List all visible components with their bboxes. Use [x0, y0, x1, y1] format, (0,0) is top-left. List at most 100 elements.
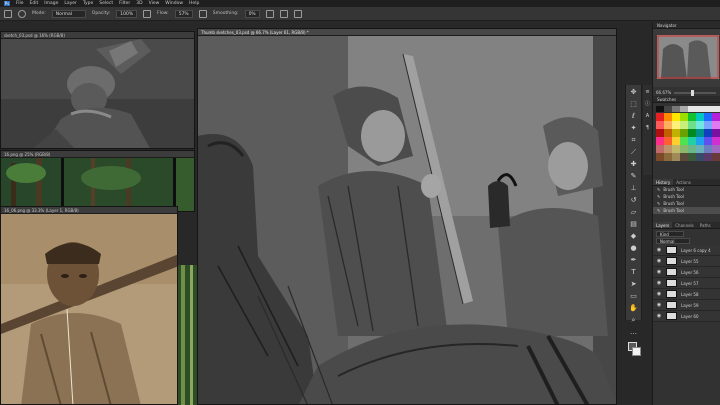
marquee-tool-icon[interactable]: ⬚	[628, 100, 639, 109]
shape-tool-icon[interactable]: ▭	[628, 292, 639, 301]
main-document-tab[interactable]: Thumb sketches_03.psd @ 66.7% (Layer 61,…	[198, 29, 616, 36]
layer-row[interactable]: ◉ Layer 60	[653, 311, 720, 322]
layer-thumbnail	[666, 301, 677, 309]
right-panels: Navigator 66.67% Swatches History Action…	[652, 22, 720, 405]
move-tool-icon[interactable]: ✥	[628, 88, 639, 97]
eraser-tool-icon[interactable]: ▱	[628, 208, 639, 217]
layer-row[interactable]: ◉ Layer 57	[653, 278, 720, 289]
swatches-colors[interactable]	[656, 106, 720, 178]
layer-name: Layer 58	[681, 291, 699, 297]
eye-icon[interactable]: ◉	[656, 291, 662, 297]
smoothing-field[interactable]: 0%	[244, 9, 260, 18]
document-tab-1[interactable]: sketch_03.psd @ 16% (RGB/8)	[1, 32, 194, 39]
swatches-tab[interactable]: Swatches	[653, 96, 720, 103]
layer-thumbnail	[666, 279, 677, 287]
eye-icon[interactable]: ◉	[656, 247, 662, 253]
info-panel-icon[interactable]: ⓘ	[644, 100, 652, 109]
layer-row[interactable]: ◉ Layer 59	[653, 300, 720, 311]
paragraph-panel-icon[interactable]: ¶	[644, 124, 652, 133]
history-item[interactable]: ✎ Brush Tool	[653, 200, 720, 207]
eyedropper-tool-icon[interactable]: ⟋	[628, 148, 639, 157]
pressure-opacity-icon[interactable]	[143, 9, 152, 18]
lasso-tool-icon[interactable]: ℓ	[628, 112, 639, 121]
history-item[interactable]: ✎ Brush Tool	[653, 186, 720, 193]
tab-channels[interactable]: Channels	[672, 222, 697, 228]
history-brush-tool-icon[interactable]: ↺	[628, 196, 639, 205]
eye-icon[interactable]: ◉	[656, 302, 662, 308]
flow-field[interactable]: 57%	[174, 9, 193, 18]
layer-row[interactable]: ◉ Layer 55	[653, 256, 720, 267]
menu-type[interactable]: Type	[83, 1, 93, 6]
blur-tool-icon[interactable]: ◆	[628, 232, 639, 241]
document-tab-3[interactable]: 16_06.png @ 33.3% (Layer 1, RGB/8)	[1, 207, 177, 214]
layer-row[interactable]: ◉ Layer 58	[653, 289, 720, 300]
reference-window-3[interactable]: 16_06.png @ 33.3% (Layer 1, RGB/8)	[0, 206, 178, 405]
layer-name: Layer 57	[681, 280, 699, 286]
document-tab-2[interactable]: 16.png @ 25% (RGB/8)	[1, 151, 194, 158]
menu-3d[interactable]: 3D	[136, 1, 142, 6]
eye-icon[interactable]: ◉	[656, 280, 662, 286]
menu-image[interactable]: Image	[44, 1, 58, 6]
tab-layers[interactable]: Layers	[653, 222, 673, 228]
layer-name: Layer 59	[681, 302, 699, 308]
brush-preset-icon[interactable]	[4, 9, 12, 18]
history-item[interactable]: ✎ Brush Tool	[653, 193, 720, 200]
menu-filter[interactable]: Filter	[119, 1, 130, 6]
quick-select-tool-icon[interactable]: ✦	[628, 124, 639, 133]
type-tool-icon[interactable]: T	[628, 268, 639, 277]
menu-window[interactable]: Window	[165, 1, 183, 6]
menu-help[interactable]: Help	[189, 1, 199, 6]
brush-settings-icon[interactable]	[18, 9, 26, 18]
healing-tool-icon[interactable]: ✚	[628, 160, 639, 169]
layers-filters: Kind Normal	[653, 229, 720, 245]
clone-stamp-tool-icon[interactable]: ⊥	[628, 184, 639, 193]
dodge-tool-icon[interactable]: ●	[628, 244, 639, 253]
menu-file[interactable]: File	[16, 1, 24, 6]
airbrush-icon[interactable]	[198, 9, 207, 18]
main-canvas-window[interactable]: Thumb sketches_03.psd @ 66.7% (Layer 61,…	[197, 28, 617, 405]
history-item-label: Brush Tool	[663, 187, 684, 192]
symmetry-icon[interactable]	[293, 9, 302, 18]
character-panel-icon[interactable]: A	[644, 112, 652, 121]
navigator-preview	[653, 29, 720, 87]
layer-blend-mode[interactable]: Normal	[656, 238, 690, 244]
history-item-selected[interactable]: ✎ Brush Tool	[653, 207, 720, 214]
painting-canvas[interactable]	[198, 36, 617, 405]
hand-tool-icon[interactable]: ✋	[628, 304, 639, 313]
path-select-tool-icon[interactable]: ➤	[628, 280, 639, 289]
eye-icon[interactable]: ◉	[656, 313, 662, 319]
menu-edit[interactable]: Edit	[30, 1, 39, 6]
menu-view[interactable]: View	[149, 1, 160, 6]
history-item-label: Brush Tool	[663, 201, 684, 206]
layer-row[interactable]: ◉ Layer 56	[653, 267, 720, 278]
brush-tool-icon: ✎	[657, 201, 661, 206]
gradient-tool-icon[interactable]: ▤	[628, 220, 639, 229]
crop-tool-icon[interactable]: ⌗	[628, 136, 639, 145]
navigator-zoom-value[interactable]: 66.67%	[656, 90, 671, 95]
menu-select[interactable]: Select	[99, 1, 113, 6]
zoom-tool-icon[interactable]: ⌕	[628, 316, 639, 325]
layer-row[interactable]: ◉ Layer 6 copy 4	[653, 245, 720, 256]
tab-paths[interactable]: Paths	[697, 222, 714, 228]
eye-icon[interactable]: ◉	[656, 269, 662, 275]
menu-layer[interactable]: Layer	[64, 1, 77, 6]
navigator-tab[interactable]: Navigator	[653, 22, 720, 29]
smoothing-settings-icon[interactable]	[265, 9, 274, 18]
eye-icon[interactable]: ◉	[656, 258, 662, 264]
reference-window-2[interactable]: 16.png @ 25% (RGB/8)	[0, 150, 195, 212]
brush-tool-icon[interactable]: ✎	[628, 172, 639, 181]
swatches-grid[interactable]	[653, 103, 720, 179]
reference-window-1[interactable]: sketch_03.psd @ 16% (RGB/8)	[0, 31, 195, 149]
background-color[interactable]	[632, 347, 641, 356]
navigator-zoom-slider[interactable]	[674, 89, 716, 96]
zoom-slider-thumb[interactable]	[690, 89, 694, 96]
more-tools-icon[interactable]: …	[628, 328, 639, 337]
layer-kind-filter[interactable]: Kind	[656, 231, 684, 237]
history-panel-icon[interactable]: ≡	[644, 88, 652, 97]
mode-select[interactable]: Normal	[51, 9, 86, 18]
opacity-field[interactable]: 100%	[116, 9, 138, 18]
photoshop-logo: Ps	[4, 1, 10, 6]
color-swatches[interactable]	[626, 340, 641, 362]
pen-tool-icon[interactable]: ✒	[628, 256, 639, 265]
pressure-size-icon[interactable]	[279, 9, 288, 18]
